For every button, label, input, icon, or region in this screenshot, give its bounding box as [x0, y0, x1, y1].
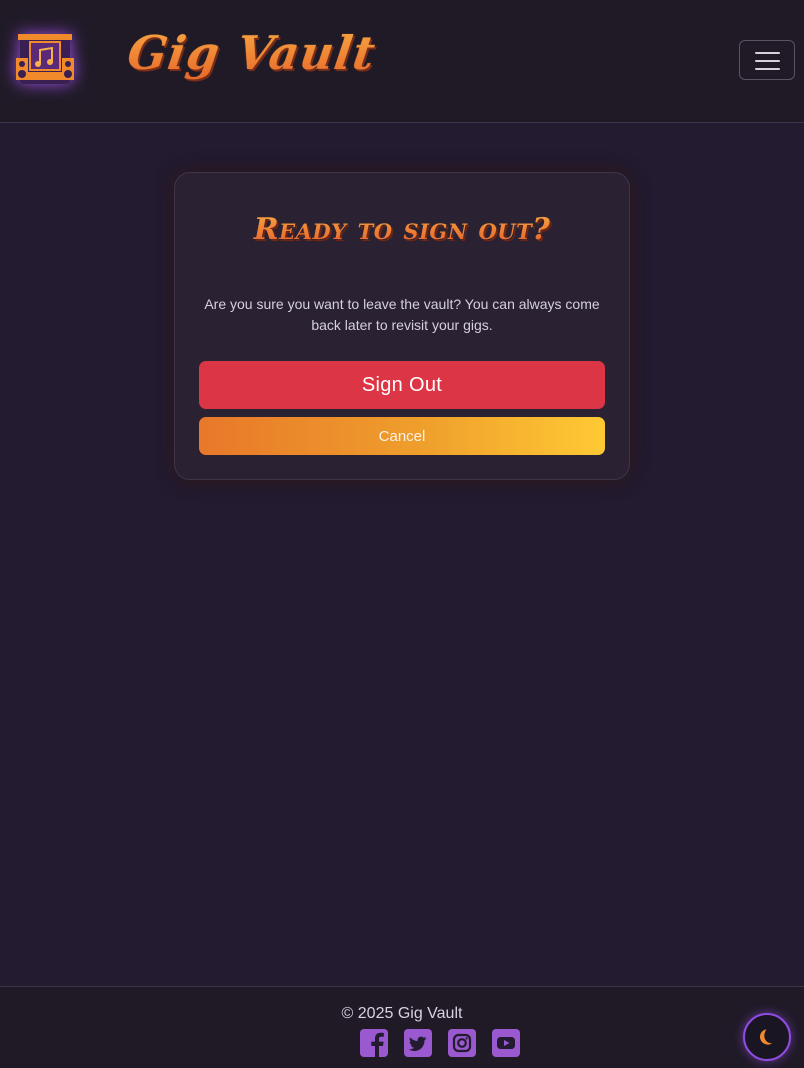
stage-music-icon[interactable]	[12, 28, 78, 88]
hamburger-menu-icon	[755, 52, 780, 54]
copyright-text: © 2025 Gig Vault	[341, 1005, 463, 1022]
theme-toggle-button[interactable]	[743, 1013, 791, 1061]
navbar: Gig Vault	[0, 0, 804, 123]
footer	[0, 986, 804, 1068]
hamburger-menu-icon	[755, 68, 780, 70]
menu-toggle-button[interactable]	[739, 40, 795, 80]
instagram-icon[interactable]	[447, 1028, 477, 1058]
cancel-button[interactable]: Cancel	[199, 417, 605, 455]
youtube-icon[interactable]	[491, 1028, 521, 1058]
card-message: Are you sure you want to leave the vault…	[204, 296, 600, 333]
card-title: Ready to sign out?	[0, 212, 804, 247]
brand-title[interactable]: Gig Vault	[124, 26, 379, 80]
twitter-icon[interactable]	[403, 1028, 433, 1058]
sign-out-button[interactable]: Sign Out	[199, 361, 605, 409]
facebook-icon[interactable]	[359, 1028, 389, 1058]
moon-icon	[759, 1029, 772, 1045]
hamburger-menu-icon	[755, 60, 780, 62]
